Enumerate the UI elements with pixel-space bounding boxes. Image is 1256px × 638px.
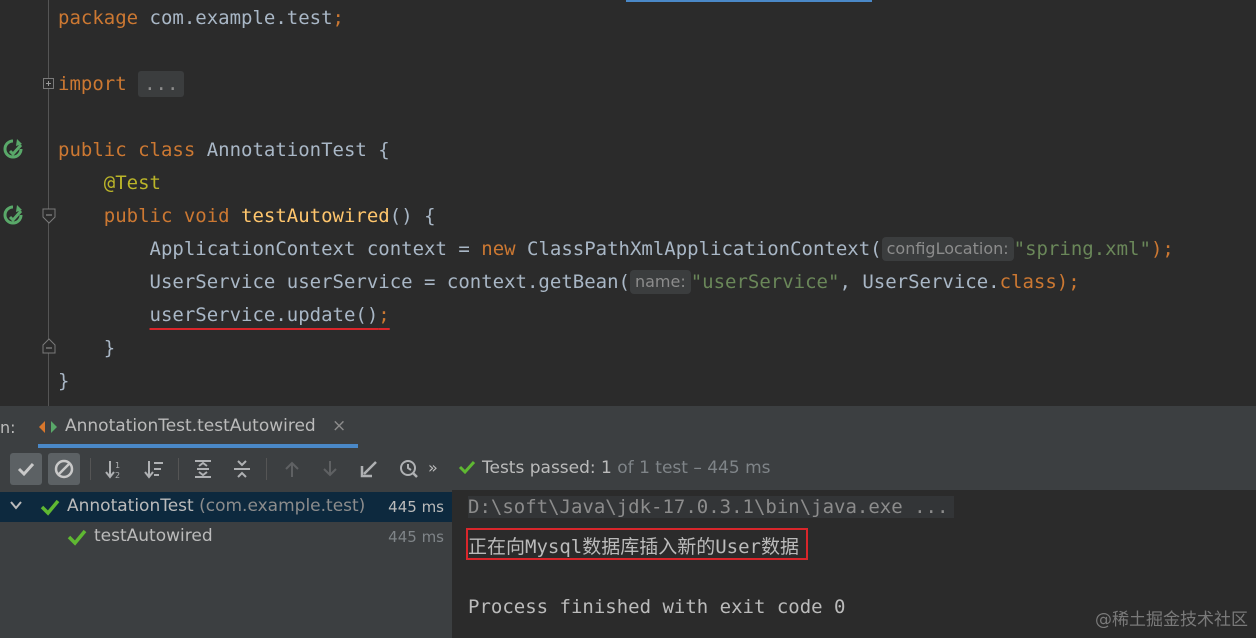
test-history-button[interactable] [393,453,425,485]
previous-failed-button[interactable] [276,453,308,485]
tree-item-duration: 445 ms [388,498,444,516]
history-clock-icon [400,460,418,478]
collapse-all-icon [234,460,250,478]
code-token: package [58,7,150,29]
passed-check-icon [40,499,60,516]
tree-item-duration: 445 ms [388,528,444,546]
toolbar-separator [90,458,91,480]
passed-check-icon [458,460,476,475]
code-line-context[interactable]: ApplicationContext context = new ClassPa… [58,233,1174,266]
code-line-import[interactable]: import ... [58,68,185,101]
tree-row-class[interactable]: AnnotationTest (com.example.test) 445 ms [0,492,452,522]
run-tool-window: n: AnnotationTest.testAutowired × 12 » T… [0,406,1256,638]
check-icon [17,462,35,477]
sort-by-duration-button[interactable] [138,453,170,485]
status-prefix: Tests passed: [482,458,602,478]
console-output-line: 正在向Mysql数据库插入新的User数据 [468,536,799,558]
code-token: } [58,370,70,392]
test-results-tree[interactable]: AnnotationTest (com.example.test) 445 ms… [0,490,452,638]
code-line-class-close[interactable]: } [58,365,69,398]
editor-tab-indicator [626,0,872,2]
test-config-icon [39,421,57,433]
show-passed-button[interactable] [10,453,42,485]
more-actions-icon[interactable]: » [428,458,438,477]
run-toolbar: 12 » Tests passed: 1 of 1 test – 445 ms [0,448,1256,490]
arrow-down-icon [323,461,337,477]
toolbar-separator [266,458,267,480]
svg-text:1: 1 [115,461,120,470]
code-token: ApplicationContext context = [58,238,482,260]
run-test-class-icon[interactable] [2,138,24,160]
code-token: () { [389,205,436,227]
code-token: import [58,73,139,95]
code-line-package[interactable]: package com.example.test; [58,2,344,35]
status-detail: of 1 test – 445 ms [611,458,771,478]
error-highlight: userService.update() [149,304,379,326]
run-config-tab[interactable]: AnnotationTest.testAutowired × [32,406,362,448]
close-tab-icon[interactable]: × [332,416,346,436]
code-token: ClassPathXmlApplicationContext( [527,238,882,260]
code-token: public void [58,205,242,227]
code-token: ; [378,304,390,326]
arrow-up-icon [285,461,299,477]
run-tab-bar: n: AnnotationTest.testAutowired × [0,406,1256,448]
code-line-annotation[interactable]: @Test [58,167,161,200]
run-window-label: n: [0,418,16,437]
test-status: Tests passed: 1 of 1 test – 445 ms [458,458,771,478]
code-token: new [481,238,528,260]
run-test-method-icon[interactable] [2,204,24,226]
import-icon [360,461,377,478]
code-token: com.example.test [149,7,333,29]
expand-all-icon [195,460,211,478]
toolbar-separator [178,458,179,480]
expand-all-button[interactable] [187,453,219,485]
code-token: public class [58,139,207,161]
tree-item-label: AnnotationTest (com.example.test) [67,496,366,516]
code-token: ); [1150,238,1174,260]
console-exit-line: Process finished with exit code 0 [468,596,846,618]
code-token: ); [1056,271,1080,293]
fold-end-method-icon[interactable] [42,338,56,354]
expand-fold-icon[interactable] [43,78,54,89]
code-token: AnnotationTest { [206,139,390,161]
code-token: @Test [103,172,161,194]
parameter-hint: configLocation: [881,237,1014,261]
sort-alphabetically-button[interactable]: 12 [99,453,131,485]
ignored-icon [54,459,74,479]
tree-item-label: testAutowired [94,526,213,546]
code-line-update-call[interactable]: userService.update(); [58,299,390,332]
sort-alpha-icon: 12 [105,461,120,480]
passed-check-icon [67,529,87,546]
code-line-method-close[interactable]: } [58,332,115,365]
code-token: "userService" [690,271,840,293]
status-count: 1 [601,458,612,478]
run-tab-label: AnnotationTest.testAutowired [65,416,316,436]
code-token: } [58,337,116,359]
svg-text:2: 2 [115,471,120,480]
parameter-hint: name: [629,270,691,294]
watermark: @稀土掘金技术社区 [1095,610,1248,630]
code-line-method-decl[interactable]: public void testAutowired() { [58,200,436,233]
next-failed-button[interactable] [314,453,346,485]
code-line-class-decl[interactable]: public class AnnotationTest { [58,134,390,167]
import-test-results-button[interactable] [353,453,385,485]
chevron-down-icon[interactable] [10,500,22,510]
code-token: testAutowired [241,205,390,227]
sort-duration-icon [144,461,163,479]
code-line-getbean[interactable]: UserService userService = context.getBea… [58,266,1080,299]
code-token: , UserService. [839,271,1000,293]
code-token: "spring.xml" [1013,238,1151,260]
collapse-all-button[interactable] [226,453,258,485]
code-token: class [999,271,1057,293]
show-ignored-button[interactable] [48,453,80,485]
code-token: ; [332,7,344,29]
folded-imports[interactable]: ... [138,71,185,97]
code-editor[interactable]: package com.example.test; import ... pub… [0,0,1256,406]
console-command-line[interactable]: D:\soft\Java\jdk-17.0.3.1\bin\java.exe .… [468,496,955,518]
code-token: UserService userService = context.getBea… [58,271,630,293]
fold-method-icon[interactable] [42,208,56,224]
tree-row-method[interactable]: testAutowired 445 ms [0,522,452,552]
